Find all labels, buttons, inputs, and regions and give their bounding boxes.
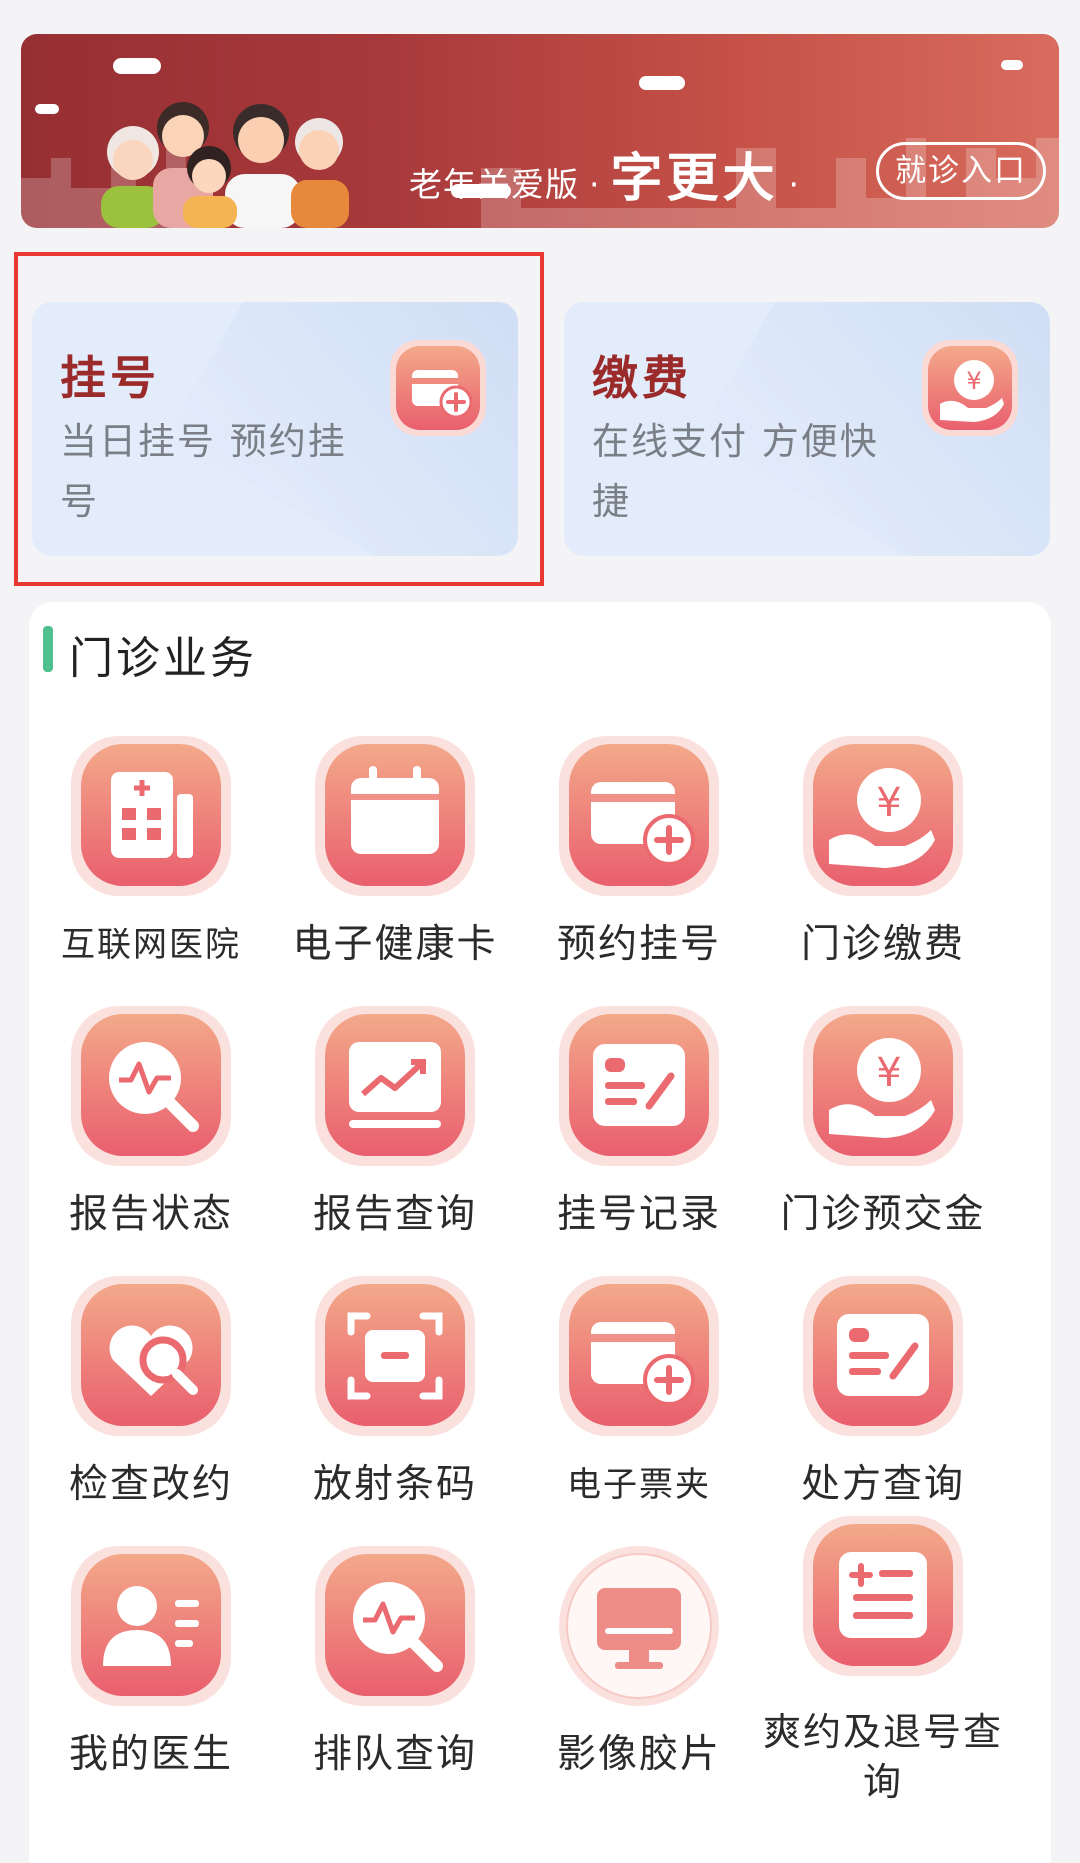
service-label: 处方查询	[800, 1462, 965, 1507]
svg-text:¥: ¥	[876, 1050, 901, 1096]
yuan-hand-icon: ¥	[803, 1006, 963, 1166]
record-pen-icon	[559, 1006, 719, 1166]
trend-chart-icon	[315, 1006, 475, 1166]
service-e-ticket-folder[interactable]: 电子票夹	[517, 1272, 761, 1532]
svg-text:¥: ¥	[876, 780, 901, 826]
registration-desc: 当日挂号 预约挂号	[60, 420, 347, 523]
registration-title: 挂号	[60, 351, 160, 405]
service-label: 预约挂号	[556, 922, 721, 967]
svg-text:¥: ¥	[966, 367, 981, 395]
elder-care-banner[interactable]: 老年关爱版 · 字更大 · 就诊入口	[21, 34, 1059, 228]
doctor-card-icon	[71, 1546, 231, 1706]
card-plus-icon	[390, 340, 486, 436]
calendar-icon	[315, 736, 475, 896]
service-prescription-query[interactable]: 处方查询	[761, 1272, 1005, 1532]
service-e-health-card[interactable]: 电子健康卡	[273, 732, 517, 992]
service-label: 爽约及退号查询	[762, 1710, 1003, 1804]
service-label: 排队查询	[312, 1732, 477, 1777]
elder-version-label: 老年关爱版	[409, 165, 579, 204]
yuan-hand-icon: ¥	[803, 736, 963, 896]
family-illustration	[101, 102, 349, 228]
cloud-decoration	[113, 58, 161, 74]
record-pen-icon	[803, 1276, 963, 1436]
card-plus-icon	[559, 1276, 719, 1436]
yuan-hand-icon: ¥	[922, 340, 1018, 436]
payment-title: 缴费	[592, 351, 692, 405]
hospital-icon	[71, 736, 231, 896]
service-imaging-film[interactable]: 影像胶片	[517, 1542, 761, 1802]
service-label: 我的医生	[68, 1732, 233, 1777]
service-label: 影像胶片	[556, 1732, 721, 1777]
service-outpatient-payment[interactable]: ¥ 门诊缴费	[761, 732, 1005, 992]
cloud-decoration	[1001, 60, 1023, 70]
service-label: 互联网医院	[61, 925, 241, 965]
bigger-text-label: 字更大	[610, 149, 779, 209]
service-appointment[interactable]: 预约挂号	[517, 732, 761, 992]
payment-card[interactable]: 缴费 在线支付 方便快捷 ¥	[564, 302, 1050, 556]
cloud-decoration	[35, 104, 59, 114]
service-exam-reschedule[interactable]: 检查改约	[29, 1272, 273, 1532]
service-label: 检查改约	[68, 1462, 233, 1507]
clinic-entry-button[interactable]: 就诊入口	[876, 142, 1046, 200]
service-label: 门诊预交金	[780, 1192, 986, 1237]
registration-card[interactable]: 挂号 当日挂号 预约挂号	[32, 302, 518, 556]
pulse-search-icon	[71, 1006, 231, 1166]
service-label: 电子健康卡	[292, 922, 498, 967]
service-report-status[interactable]: 报告状态	[29, 1002, 273, 1262]
list-plus-icon	[803, 1516, 963, 1676]
payment-desc: 在线支付 方便快捷	[592, 420, 879, 523]
service-radiology-barcode[interactable]: 放射条码	[273, 1272, 517, 1532]
service-my-doctor[interactable]: 我的医生	[29, 1542, 273, 1802]
service-label: 电子票夹	[567, 1465, 711, 1505]
service-report-query[interactable]: 报告查询	[273, 1002, 517, 1262]
service-label: 门诊缴费	[800, 922, 965, 967]
outpatient-panel: 门诊业务 互联网医院 电子健康卡 预约挂号 ¥ 门诊缴费 报告状态 报告查询 挂…	[29, 602, 1051, 1863]
service-label: 挂号记录	[556, 1192, 721, 1237]
service-label: 报告状态	[68, 1192, 233, 1237]
scan-frame-icon	[315, 1276, 475, 1436]
service-missed-cancel-query[interactable]: 爽约及退号查询	[761, 1516, 1005, 1804]
monitor-icon	[559, 1546, 719, 1706]
service-queue-query[interactable]: 排队查询	[273, 1542, 517, 1802]
service-outpatient-deposit[interactable]: ¥ 门诊预交金	[761, 1002, 1005, 1262]
service-registration-record[interactable]: 挂号记录	[517, 1002, 761, 1262]
heart-search-icon	[71, 1276, 231, 1436]
pulse-search-icon	[315, 1546, 475, 1706]
service-label: 放射条码	[312, 1462, 477, 1507]
card-plus-icon	[559, 736, 719, 896]
service-label: 报告查询	[312, 1192, 477, 1237]
service-grid: 互联网医院 电子健康卡 预约挂号 ¥ 门诊缴费 报告状态 报告查询 挂号记录 ¥…	[29, 602, 1051, 1863]
cloud-decoration	[639, 76, 685, 90]
service-internet-hospital[interactable]: 互联网医院	[29, 732, 273, 992]
banner-tagline: 老年关爱版 · 字更大 ·	[409, 136, 800, 211]
